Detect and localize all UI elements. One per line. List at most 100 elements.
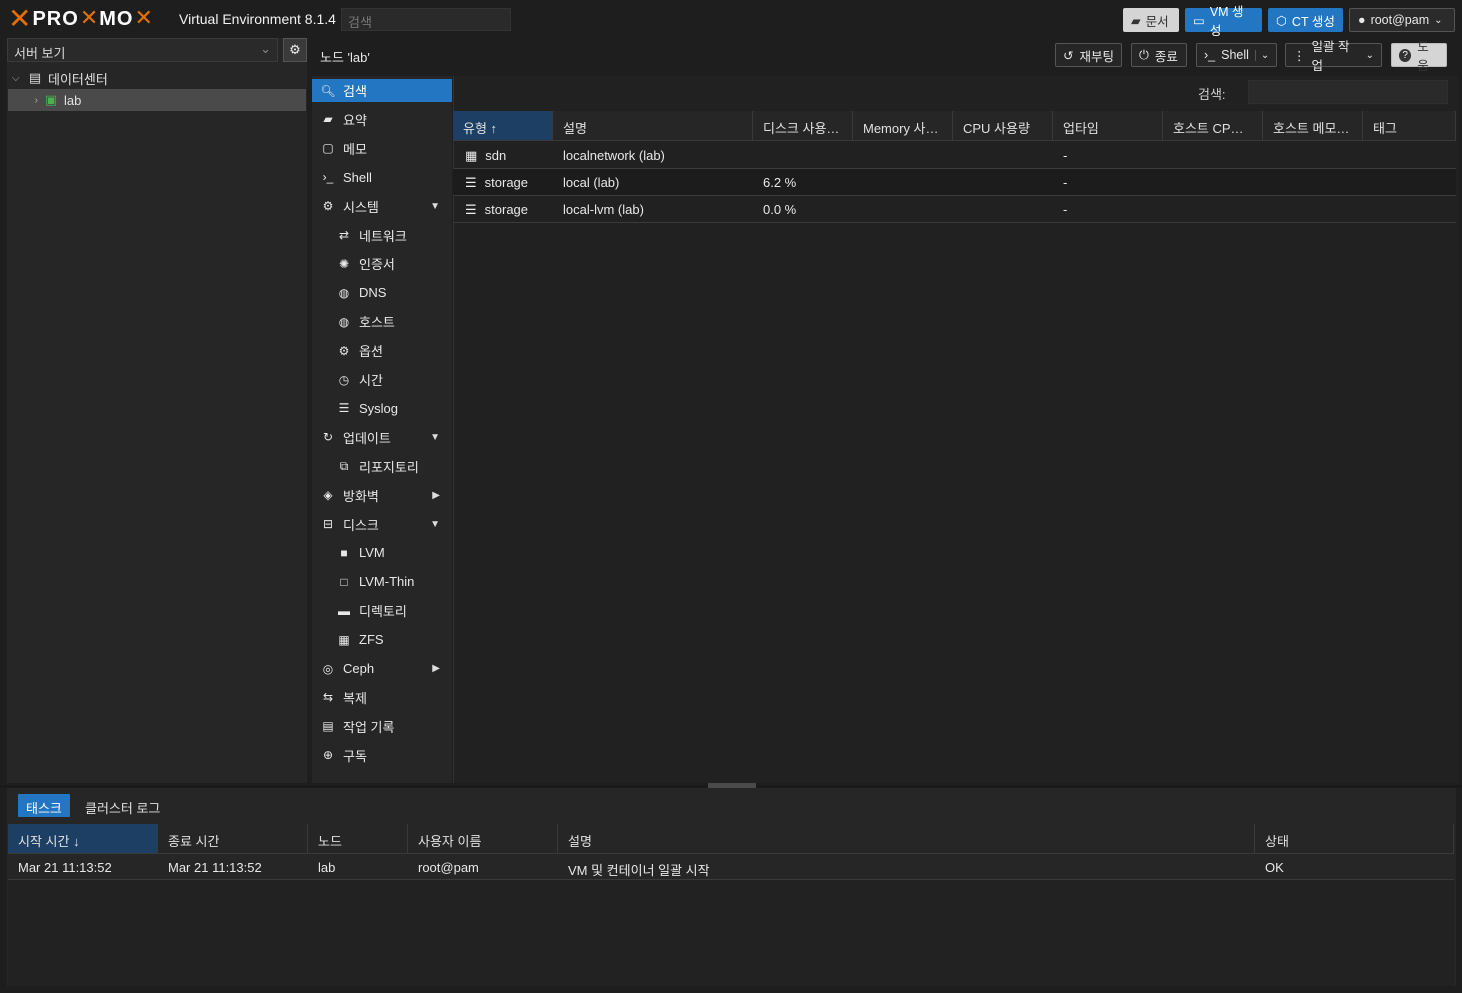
collapse-icon: › bbox=[34, 94, 38, 106]
nav-item-4[interactable]: ⚙ 시스템 ▼ bbox=[312, 195, 452, 218]
view-select[interactable]: 서버 보기 ⌄ bbox=[7, 38, 278, 62]
tree-settings-button[interactable]: ⚙ bbox=[283, 38, 307, 62]
sort-desc-icon: ↓ bbox=[73, 834, 80, 849]
nav-item-1[interactable]: ▰ 요약 bbox=[312, 108, 452, 131]
cell-type-text: sdn bbox=[485, 148, 507, 163]
question-circle-icon: ? bbox=[1399, 48, 1412, 62]
shutdown-button[interactable]: ⏻ 종료 bbox=[1131, 43, 1187, 67]
nav-item-11[interactable]: ☰ Syslog bbox=[312, 397, 452, 420]
nav-item-22[interactable]: ▤ 작업 기록 bbox=[312, 715, 452, 738]
column-header-host-cpu[interactable]: 호스트 CP… bbox=[1163, 111, 1263, 141]
column-header-node[interactable]: 노드 bbox=[308, 824, 408, 854]
undo-icon: ↺ bbox=[1063, 48, 1074, 63]
ceph-icon: ◎ bbox=[322, 661, 334, 676]
task-list-empty-area bbox=[8, 880, 1454, 986]
shield-icon: ◈ bbox=[323, 488, 333, 503]
nav-item-label: 복제 bbox=[343, 690, 367, 706]
nav-item-label: 리포지토리 bbox=[359, 459, 419, 475]
nav-item-15[interactable]: ⊟ 디스크 ▼ bbox=[312, 513, 452, 536]
nav-item-12[interactable]: ↻ 업데이트 ▼ bbox=[312, 426, 452, 449]
nav-item-label: 검색 bbox=[343, 84, 367, 99]
list-icon: ☰ bbox=[338, 401, 350, 416]
nav-item-20[interactable]: ◎ Ceph ▶ bbox=[312, 657, 452, 680]
nav-item-label: 디스크 bbox=[343, 517, 379, 533]
nav-item-3[interactable]: ›_ Shell bbox=[312, 166, 452, 189]
column-header-description[interactable]: 설명 bbox=[553, 111, 753, 141]
clock-icon: ◷ bbox=[338, 372, 350, 387]
nav-item-9[interactable]: ⚙ 옵션 bbox=[312, 339, 452, 362]
nav-item-label: LVM bbox=[359, 545, 385, 561]
caret-down-icon[interactable]: ▼ bbox=[430, 519, 440, 530]
square-outline-icon: □ bbox=[340, 574, 348, 589]
nav-item-18[interactable]: ▬ 디렉토리 bbox=[312, 599, 452, 622]
nav-item-16[interactable]: ■ LVM bbox=[312, 541, 452, 564]
tab-tasks[interactable]: 태스크 bbox=[18, 794, 70, 817]
column-header-end-time[interactable]: 종료 시간 bbox=[158, 824, 308, 854]
column-header-start-time[interactable]: 시작 시간 ↓ bbox=[8, 824, 158, 854]
view-select-value: 서버 보기 bbox=[14, 46, 66, 61]
bulk-actions-button[interactable]: ⋮ 일괄 작업 ⌄ bbox=[1285, 40, 1382, 73]
nav-item-8[interactable]: ◍ 호스트 bbox=[312, 310, 452, 333]
column-header-uptime[interactable]: 업타임 bbox=[1053, 111, 1163, 141]
caret-down-icon[interactable]: ▼ bbox=[430, 201, 440, 212]
nav-item-6[interactable]: ✺ 인증서 bbox=[312, 252, 452, 275]
nav-item-5[interactable]: ⇄ 네트워크 bbox=[312, 224, 452, 247]
chevron-down-icon[interactable]: ⌄ bbox=[1254, 49, 1269, 61]
column-header-disk-usage[interactable]: 디스크 사용… bbox=[753, 111, 853, 141]
nav-item-0[interactable]: 🔍︎ 검색 bbox=[312, 79, 452, 102]
cell-type: ▦ sdn bbox=[455, 142, 553, 169]
column-header-cpu-usage[interactable]: CPU 사용량 bbox=[953, 111, 1053, 141]
nav-item-label: 업데이트 bbox=[343, 430, 391, 446]
nav-item-19[interactable]: ▦ ZFS bbox=[312, 628, 452, 651]
nav-item-17[interactable]: □ LVM-Thin bbox=[312, 570, 452, 593]
help-button[interactable]: ? 도움 bbox=[1391, 40, 1447, 73]
proxmox-logo[interactable]: ✕ PRO ✕ MO ✕ bbox=[8, 5, 153, 33]
globe-icon: ◍ bbox=[338, 314, 350, 329]
column-header-memory-usage[interactable]: Memory 사… bbox=[853, 111, 953, 141]
caret-down-icon[interactable]: ▼ bbox=[430, 432, 440, 443]
global-search-input[interactable]: 검색 bbox=[341, 8, 511, 31]
user-menu-button[interactable]: ● root@pam ⌄ bbox=[1349, 8, 1455, 32]
tree-item-datacenter[interactable]: ⌵ ▤ 데이터센터 bbox=[8, 67, 306, 89]
column-header-username[interactable]: 사용자 이름 bbox=[408, 824, 558, 854]
tree-item-lab[interactable]: › ▣ lab bbox=[8, 89, 306, 111]
nav-item-14[interactable]: ◈ 방화벽 ▶ bbox=[312, 484, 452, 507]
ellipsis-vertical-icon: ⋮ bbox=[1293, 48, 1306, 63]
chevron-down-icon: ⌄ bbox=[1365, 49, 1374, 61]
cell-disk-usage: 0.0 % bbox=[763, 202, 797, 217]
nav-item-13[interactable]: ⧉ 리포지토리 bbox=[312, 455, 452, 478]
square-icon: ■ bbox=[340, 545, 348, 560]
user-label: root@pam bbox=[1370, 13, 1430, 27]
nav-item-21[interactable]: ⇆ 복제 bbox=[312, 686, 452, 709]
column-header-status[interactable]: 상태 bbox=[1255, 824, 1454, 854]
nav-item-label: Syslog bbox=[359, 400, 399, 416]
nav-item-label: 구독 bbox=[343, 748, 367, 764]
column-label: 유형 bbox=[463, 121, 487, 136]
power-icon: ⏻ bbox=[1139, 47, 1149, 62]
nav-item-23[interactable]: ⊕ 구독 bbox=[312, 744, 452, 767]
cell-uptime: - bbox=[1063, 175, 1068, 190]
column-header-type[interactable]: 유형 ↑ bbox=[453, 111, 553, 141]
column-header-description[interactable]: 설명 bbox=[558, 824, 1255, 854]
create-vm-button[interactable]: ▭ VM 생성 bbox=[1185, 5, 1262, 38]
create-ct-button[interactable]: ⬡ CT 생성 bbox=[1268, 8, 1343, 32]
node-online-icon: ▣ bbox=[44, 92, 58, 107]
caret-right-icon[interactable]: ▶ bbox=[432, 663, 440, 674]
nav-item-10[interactable]: ◷ 시간 bbox=[312, 368, 452, 391]
nav-item-7[interactable]: ◍ DNS bbox=[312, 281, 452, 304]
tab-cluster-log[interactable]: 클러스터 로그 bbox=[85, 798, 160, 817]
shutdown-label: 종료 bbox=[1154, 49, 1178, 64]
reboot-label: 재부팅 bbox=[1079, 49, 1114, 64]
cell-disk-usage: 6.2 % bbox=[763, 175, 797, 190]
cell-type-text: storage bbox=[484, 202, 529, 217]
nav-item-label: Shell bbox=[343, 169, 372, 185]
search-input[interactable] bbox=[1248, 80, 1448, 104]
column-header-tags[interactable]: 태그 bbox=[1363, 111, 1456, 141]
column-header-host-memory[interactable]: 호스트 메모… bbox=[1263, 111, 1363, 141]
reboot-button[interactable]: ↺ 재부팅 bbox=[1055, 43, 1122, 67]
nav-item-2[interactable]: ▢ 메모 bbox=[312, 137, 452, 160]
caret-right-icon[interactable]: ▶ bbox=[432, 490, 440, 501]
exchange-icon: ⇄ bbox=[338, 228, 350, 242]
shell-button[interactable]: ›_ Shell ⌄ bbox=[1196, 43, 1277, 67]
docs-button[interactable]: ▰ 문서 bbox=[1123, 8, 1179, 32]
